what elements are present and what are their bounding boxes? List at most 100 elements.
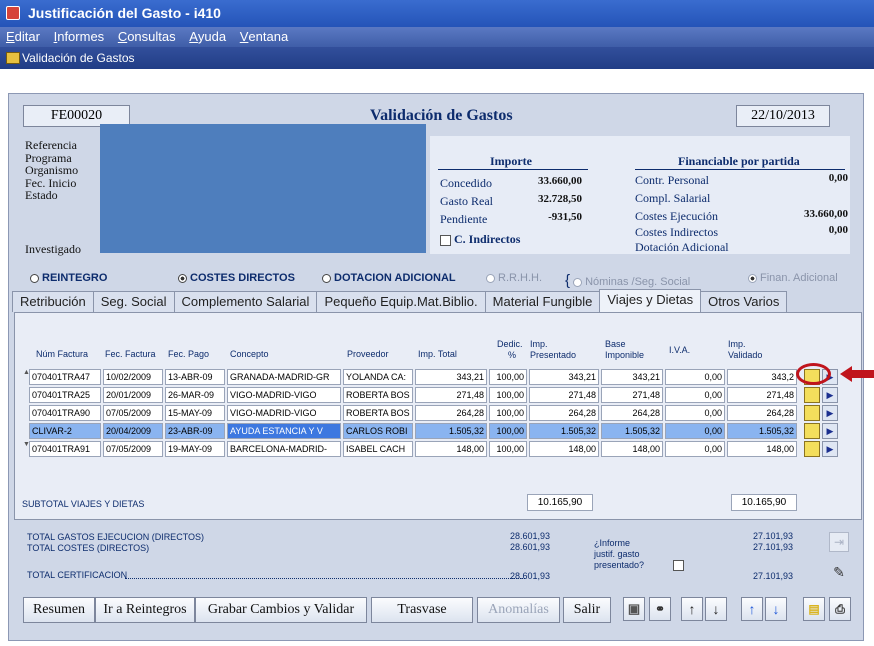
cell-iva[interactable]: 0,00 [665,405,725,421]
cell-presentado[interactable]: 1.505,32 [529,423,599,439]
cell-validado[interactable]: 271,48 [727,387,797,403]
radio-dotacion-adicional[interactable]: DOTACION ADICIONAL [322,272,456,284]
printer-icon[interactable]: ⎙ [829,597,851,621]
cell-base[interactable]: 343,21 [601,369,663,385]
arrow-down-blue-icon[interactable]: ↓ [765,597,787,621]
tab-pequeno-equip[interactable]: Pequeño Equip.Mat.Biblio. [316,291,486,312]
radio-dotacion-dot[interactable] [322,273,331,283]
cell-iva[interactable]: 0,00 [665,369,725,385]
open-folder-icon[interactable]: ▣ [623,597,645,621]
radio-reintegro-dot[interactable] [30,273,39,283]
cell-fec-factura[interactable]: 10/02/2009 [103,369,163,385]
cell-imp-total[interactable]: 271,48 [415,387,487,403]
grabar-validar-button[interactable]: Grabar Cambios y Validar [195,597,367,623]
menu-ventana[interactable]: Ventana [236,27,292,46]
cell-imp-total[interactable]: 343,21 [415,369,487,385]
cell-factura[interactable]: 070401TRA25 [29,387,101,403]
cell-fec-factura[interactable]: 20/04/2009 [103,423,163,439]
cell-dedic[interactable]: 100,00 [489,387,527,403]
cell-validado[interactable]: 264,28 [727,405,797,421]
tab-otros-varios[interactable]: Otros Varios [700,291,788,312]
cell-proveedor[interactable]: YOLANDA CA: [343,369,413,385]
binoculars-icon[interactable]: ⚭ [649,597,671,621]
cell-imp-total[interactable]: 148,00 [415,441,487,457]
cell-base[interactable]: 264,28 [601,405,663,421]
cell-base[interactable]: 271,48 [601,387,663,403]
play-icon[interactable]: ▶ [822,423,838,439]
cell-dedic[interactable]: 100,00 [489,441,527,457]
folder-icon[interactable] [804,441,820,457]
cell-fec-pago[interactable]: 15-MAY-09 [165,405,225,421]
arrow-up-icon[interactable]: ↑ [681,597,703,621]
export-icon[interactable]: ⇥ [829,532,849,552]
play-icon[interactable]: ▶ [822,387,838,403]
folder-icon[interactable] [804,387,820,403]
menu-informes[interactable]: Informes [50,27,109,46]
cell-dedic[interactable]: 100,00 [489,369,527,385]
cell-concepto[interactable]: GRANADA-MADRID-GR [227,369,341,385]
cell-fec-factura[interactable]: 20/01/2009 [103,387,163,403]
ir-reintegros-button[interactable]: Ir a Reintegros [95,597,195,623]
play-icon[interactable]: ▶ [822,441,838,457]
radio-costes-directos[interactable]: COSTES DIRECTOS [178,272,295,284]
arrow-down-icon[interactable]: ↓ [705,597,727,621]
play-icon[interactable]: ▶ [822,405,838,421]
cell-fec-factura[interactable]: 07/05/2009 [103,441,163,457]
cell-factura[interactable]: 070401TRA91 [29,441,101,457]
radio-costes-directos-dot[interactable] [178,273,187,283]
cell-fec-factura[interactable]: 07/05/2009 [103,405,163,421]
cell-presentado[interactable]: 148,00 [529,441,599,457]
cell-concepto[interactable]: VIGO-MADRID-VIGO [227,387,341,403]
cell-presentado[interactable]: 271,48 [529,387,599,403]
cell-base[interactable]: 1.505,32 [601,423,663,439]
trasvase-button[interactable]: Trasvase [371,597,473,623]
cell-iva[interactable]: 0,00 [665,387,725,403]
cell-proveedor[interactable]: ROBERTA BOS [343,387,413,403]
tab-material-fungible[interactable]: Material Fungible [484,291,601,312]
menu-editar[interactable]: Editar [2,27,44,46]
cell-validado[interactable]: 343,2 [727,369,797,385]
resumen-button[interactable]: Resumen [23,597,95,623]
cell-iva[interactable]: 0,00 [665,441,725,457]
cell-imp-total[interactable]: 264,28 [415,405,487,421]
radio-reintegro[interactable]: REINTEGRO [30,272,107,284]
cell-dedic[interactable]: 100,00 [489,423,527,439]
cell-presentado[interactable]: 343,21 [529,369,599,385]
cell-factura[interactable]: CLIVAR-2 [29,423,101,439]
cell-iva[interactable]: 0,00 [665,423,725,439]
cell-proveedor[interactable]: ROBERTA BOS [343,405,413,421]
arrow-up-blue-icon[interactable]: ↑ [741,597,763,621]
cell-validado[interactable]: 1.505,32 [727,423,797,439]
cell-validado[interactable]: 148,00 [727,441,797,457]
informe-checkbox[interactable] [673,560,684,571]
c-indirectos-check-box[interactable] [440,234,451,246]
cell-dedic[interactable]: 100,00 [489,405,527,421]
tab-complemento-salarial[interactable]: Complemento Salarial [173,291,318,312]
document-icon[interactable]: ▤ [803,597,825,621]
cell-factura[interactable]: 070401TRA47 [29,369,101,385]
cell-presentado[interactable]: 264,28 [529,405,599,421]
folder-icon[interactable] [804,423,820,439]
cell-concepto[interactable]: VIGO-MADRID-VIGO [227,405,341,421]
folder-icon[interactable] [804,405,820,421]
menu-consultas[interactable]: Consultas [114,27,180,46]
salir-button[interactable]: Salir [563,597,611,623]
cell-concepto[interactable]: BARCELONA-MADRID- [227,441,341,457]
tab-seg-social[interactable]: Seg. Social [92,291,175,312]
c-indirectos-checkbox[interactable]: C. Indirectos [440,232,520,247]
tab-retribucion[interactable]: Retribución [12,291,94,312]
window-title-bar[interactable]: Justificación del Gasto - i410 [0,0,874,27]
cell-factura[interactable]: 070401TRA90 [29,405,101,421]
cell-fec-pago[interactable]: 26-MAR-09 [165,387,225,403]
menu-ayuda[interactable]: Ayuda [185,27,230,46]
tab-viajes-dietas[interactable]: Viajes y Dietas [599,289,702,312]
cell-concepto[interactable]: AYUDA ESTANCIA Y V [227,423,341,439]
cell-fec-pago[interactable]: 23-ABR-09 [165,423,225,439]
cell-imp-total[interactable]: 1.505,32 [415,423,487,439]
cell-proveedor[interactable]: CARLOS ROBI [343,423,413,439]
notepad-icon[interactable]: ✎ [830,563,848,581]
cell-fec-pago[interactable]: 13-ABR-09 [165,369,225,385]
cell-base[interactable]: 148,00 [601,441,663,457]
cell-fec-pago[interactable]: 19-MAY-09 [165,441,225,457]
cell-proveedor[interactable]: ISABEL CACH [343,441,413,457]
